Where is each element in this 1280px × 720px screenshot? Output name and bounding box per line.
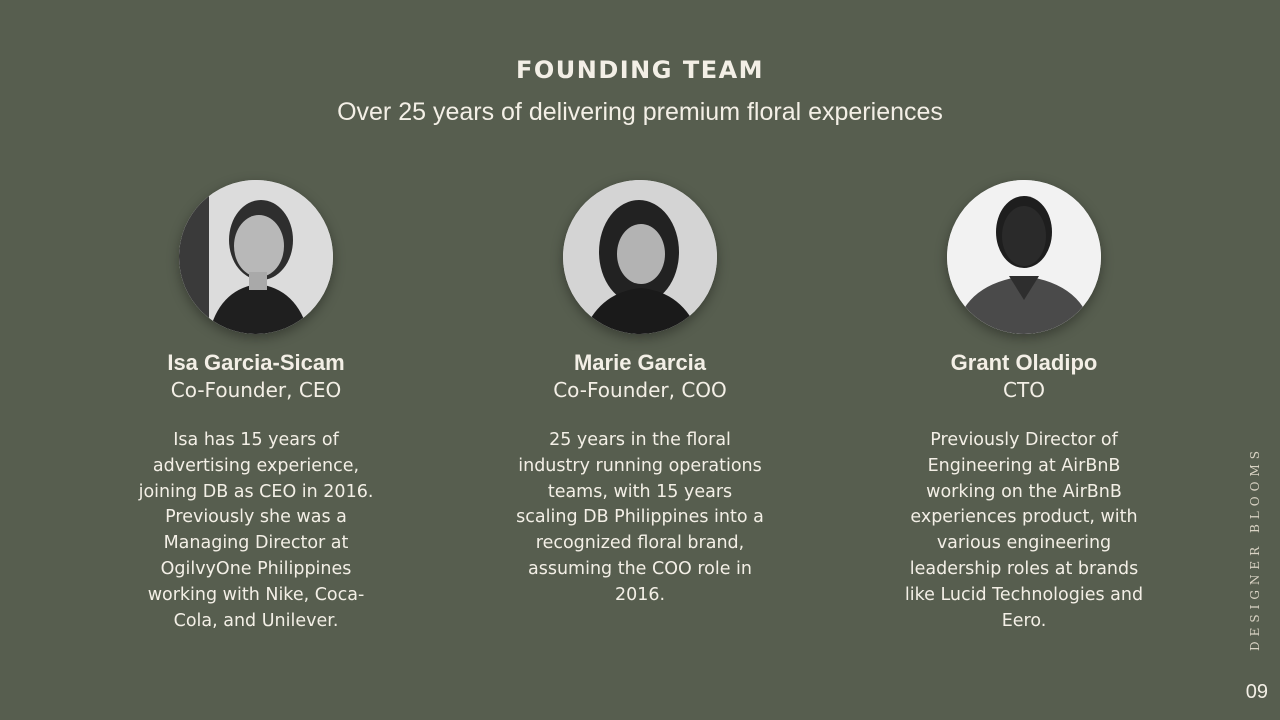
member-name: Marie Garcia (573, 350, 707, 375)
avatar (179, 180, 333, 334)
page-number: 09 (1245, 681, 1268, 703)
member-role: Co-Founder, CEO (170, 378, 342, 402)
team-member-card: Isa Garcia-Sicam Co-Founder, CEO Isa has… (126, 180, 386, 634)
page-title: FOUNDING TEAM (515, 56, 765, 84)
member-name: Isa Garcia-Sicam (167, 350, 345, 375)
avatar (563, 180, 717, 334)
brand-wordmark: DESIGNER BLOOMS (1248, 446, 1262, 652)
avatar (947, 180, 1101, 334)
portrait-photo-icon (947, 180, 1101, 334)
member-bio: 25 years in the floral industry running … (516, 430, 764, 605)
member-name: Grant Oladipo (950, 350, 1098, 375)
portrait-photo-icon (179, 180, 333, 334)
portrait-photo-icon (563, 180, 717, 334)
team-member-card: Grant Oladipo CTO Previously Director of… (894, 180, 1154, 634)
member-bio: Isa has 15 years of advertising experien… (138, 430, 374, 631)
member-role: Co-Founder, COO (553, 378, 727, 402)
team-member-card: Marie Garcia Co-Founder, COO 25 years in… (510, 180, 770, 609)
member-role: CTO (1003, 378, 1045, 402)
member-bio: Previously Director of Engineering at Ai… (904, 430, 1144, 631)
page-subtitle: Over 25 years of delivering premium flor… (337, 98, 943, 126)
